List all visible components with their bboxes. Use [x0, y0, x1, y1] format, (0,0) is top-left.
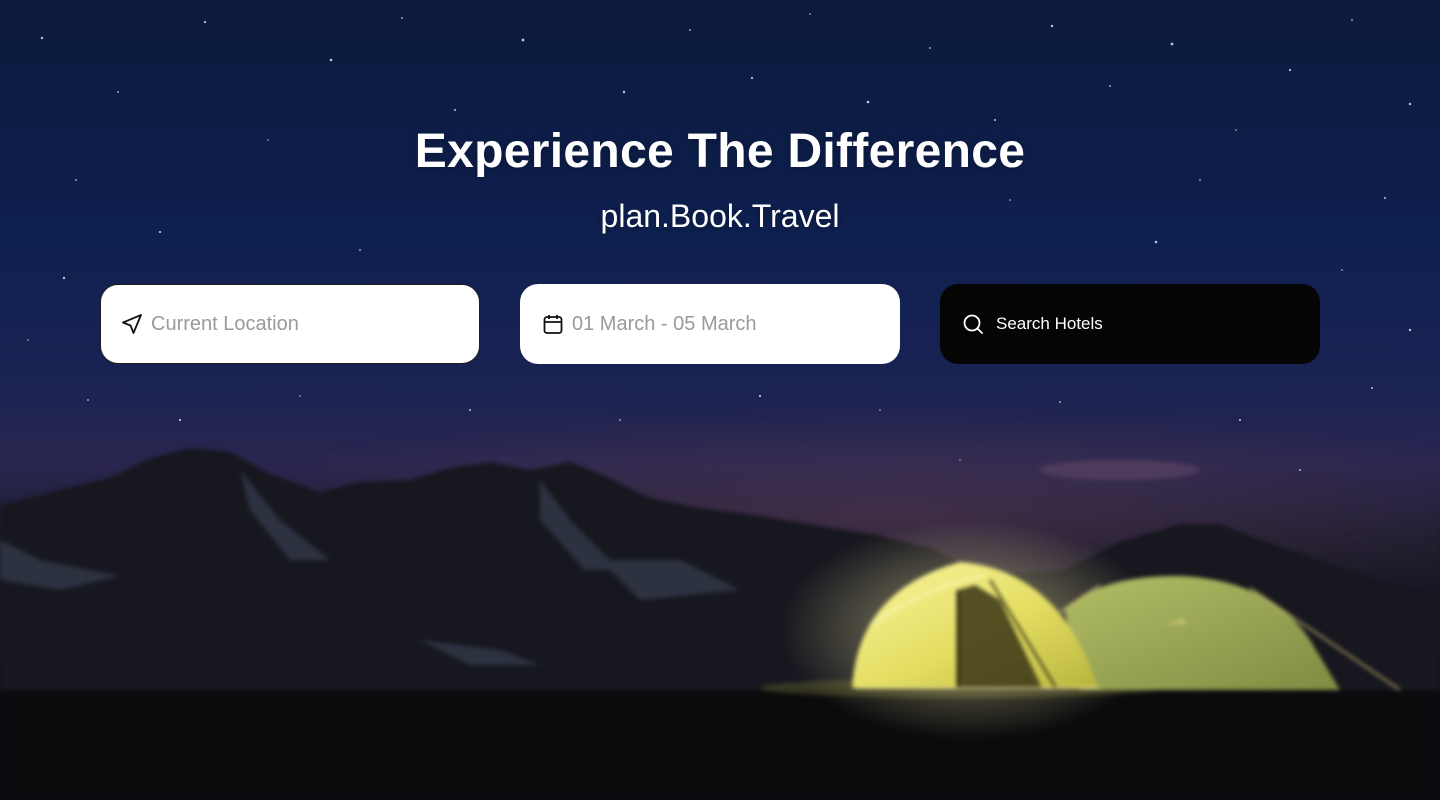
- search-hotels-label: Search Hotels: [996, 314, 1103, 333]
- navigation-arrow-icon: [119, 311, 145, 337]
- tagline: plan.Book.Travel: [600, 198, 840, 234]
- date-range-input[interactable]: [572, 312, 872, 336]
- mountain-landscape: [0, 380, 1440, 800]
- hero-section: Experience The Difference plan.Book.Trav…: [0, 0, 1440, 800]
- calendar-icon: [540, 311, 566, 337]
- page-title: Experience The Difference: [414, 125, 1026, 178]
- search-hotels-button[interactable]: Search Hotels: [940, 284, 1320, 364]
- location-field[interactable]: [100, 284, 480, 364]
- search-icon: [960, 311, 986, 337]
- date-range-field[interactable]: [520, 284, 900, 364]
- location-input[interactable]: [151, 312, 451, 336]
